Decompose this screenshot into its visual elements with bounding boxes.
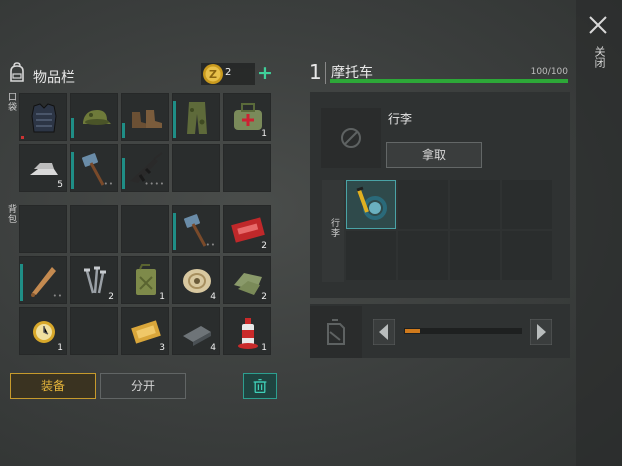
backpack-slot[interactable]: 4 [172, 307, 220, 355]
camo-pants-icon [187, 102, 207, 134]
luggage-slot[interactable] [398, 180, 448, 229]
backpack-slot[interactable]: •• [172, 205, 220, 253]
pocket-slot[interactable] [223, 144, 271, 192]
backpack-slot[interactable]: 1 [121, 256, 169, 304]
split-button[interactable]: 分开 [100, 373, 186, 399]
inventory-title: 物品栏 [33, 70, 75, 86]
backpack-slot[interactable]: 1 [223, 307, 271, 355]
pocket-slot[interactable]: 5 [19, 144, 67, 192]
backpack-slot[interactable] [70, 307, 118, 355]
ammo-dots: •• [52, 292, 63, 300]
luggage-slot[interactable] [450, 180, 500, 229]
luggage-slot[interactable] [502, 231, 552, 280]
backpack-label: 背包 [6, 204, 16, 224]
ammo-dots: •• [103, 180, 114, 188]
item-count: 1 [261, 129, 267, 139]
backpack-slot[interactable]: 4 [172, 256, 220, 304]
item-count: 1 [159, 292, 165, 302]
backpack-slot[interactable] [70, 205, 118, 253]
pocket-slot[interactable] [172, 144, 220, 192]
pocket-slot[interactable] [19, 93, 67, 141]
snorkel-mask-icon [356, 186, 387, 220]
fuel-slot [310, 306, 362, 358]
fuel-increase-button[interactable] [530, 319, 552, 345]
item-count: 4 [210, 343, 216, 353]
backpack-slot[interactable]: 2 [223, 205, 271, 253]
item-count: 5 [57, 180, 63, 190]
backpack-slot[interactable]: 1 [19, 307, 67, 355]
vehicle-hp-text: 100/100 [530, 67, 568, 77]
pocket-slot[interactable] [121, 93, 169, 141]
fuel-slider-fill [405, 329, 420, 333]
item-count: 1 [57, 343, 63, 353]
add-coins-button[interactable]: + [257, 64, 273, 83]
pockets-label: 口袋 [6, 92, 16, 112]
take-button[interactable]: 拿取 [386, 142, 482, 168]
item-count: 2 [108, 292, 114, 302]
fuel-slider-track[interactable] [404, 328, 522, 334]
luggage-slot[interactable] [450, 231, 500, 280]
backpack-slot[interactable]: 3 [121, 307, 169, 355]
equip-button[interactable]: 装备 [10, 373, 96, 399]
durability-bar [20, 264, 23, 301]
backpack-slot[interactable] [121, 205, 169, 253]
close-label[interactable]: 关闭 [590, 46, 606, 68]
warning-marker [21, 136, 24, 139]
trash-button[interactable] [243, 373, 277, 399]
backpack-slot[interactable]: 2 [223, 256, 271, 304]
item-count: 1 [261, 343, 267, 353]
ammo-dots: •• [205, 241, 216, 249]
durability-bar [173, 213, 176, 250]
coin-count: 2 [225, 67, 232, 78]
divider [325, 62, 326, 84]
pocket-slot[interactable]: 1 [223, 93, 271, 141]
no-entry-icon [341, 128, 361, 148]
side-strip [576, 0, 622, 466]
pocket-slot[interactable]: •••• [121, 144, 169, 192]
fuel-can-icon [327, 319, 345, 345]
item-count: 4 [210, 292, 216, 302]
trash-icon [253, 378, 267, 394]
luggage-label: 行李 [388, 112, 413, 126]
item-count: 2 [261, 292, 267, 302]
luggage-slot[interactable] [346, 231, 396, 280]
durability-bar [122, 158, 125, 189]
boots-icon [132, 110, 162, 128]
backpack-slot[interactable]: •• [19, 256, 67, 304]
ammo-dots: •••• [144, 180, 165, 188]
backpack-grid: •• 2 •• 2 1 4 2 1 3 4 1 [19, 205, 271, 355]
item-count: 2 [261, 241, 267, 251]
luggage-side-tab: 行李 [322, 180, 344, 282]
durability-bar [71, 152, 74, 189]
fuel-decrease-button[interactable] [373, 319, 395, 345]
pocket-slot[interactable] [172, 93, 220, 141]
item-count: 3 [159, 343, 165, 353]
backpack-slot[interactable]: 2 [70, 256, 118, 304]
durability-bar [122, 123, 125, 138]
pocket-slot[interactable] [70, 93, 118, 141]
luggage-grid [346, 180, 552, 280]
pocket-slot[interactable]: •• [70, 144, 118, 192]
close-icon[interactable] [587, 14, 609, 36]
durability-bar [71, 118, 74, 138]
durability-bar [173, 101, 176, 138]
empty-slot-box [321, 108, 381, 168]
gold-coin-icon: Z [203, 64, 223, 84]
backpack-icon [10, 62, 24, 82]
camo-cap-icon [83, 110, 111, 125]
luggage-side-label: 行李 [329, 218, 339, 238]
luggage-slot[interactable] [346, 180, 396, 229]
luggage-slot[interactable] [398, 231, 448, 280]
pockets-grid: 1 5 •• •••• [19, 93, 271, 192]
vehicle-hp-bar [330, 79, 568, 83]
luggage-slot[interactable] [502, 180, 552, 229]
svg-text:Z: Z [209, 68, 217, 81]
backpack-slot[interactable] [19, 205, 67, 253]
armor-vest-icon [31, 103, 57, 133]
vehicle-index: 1 [309, 60, 322, 84]
